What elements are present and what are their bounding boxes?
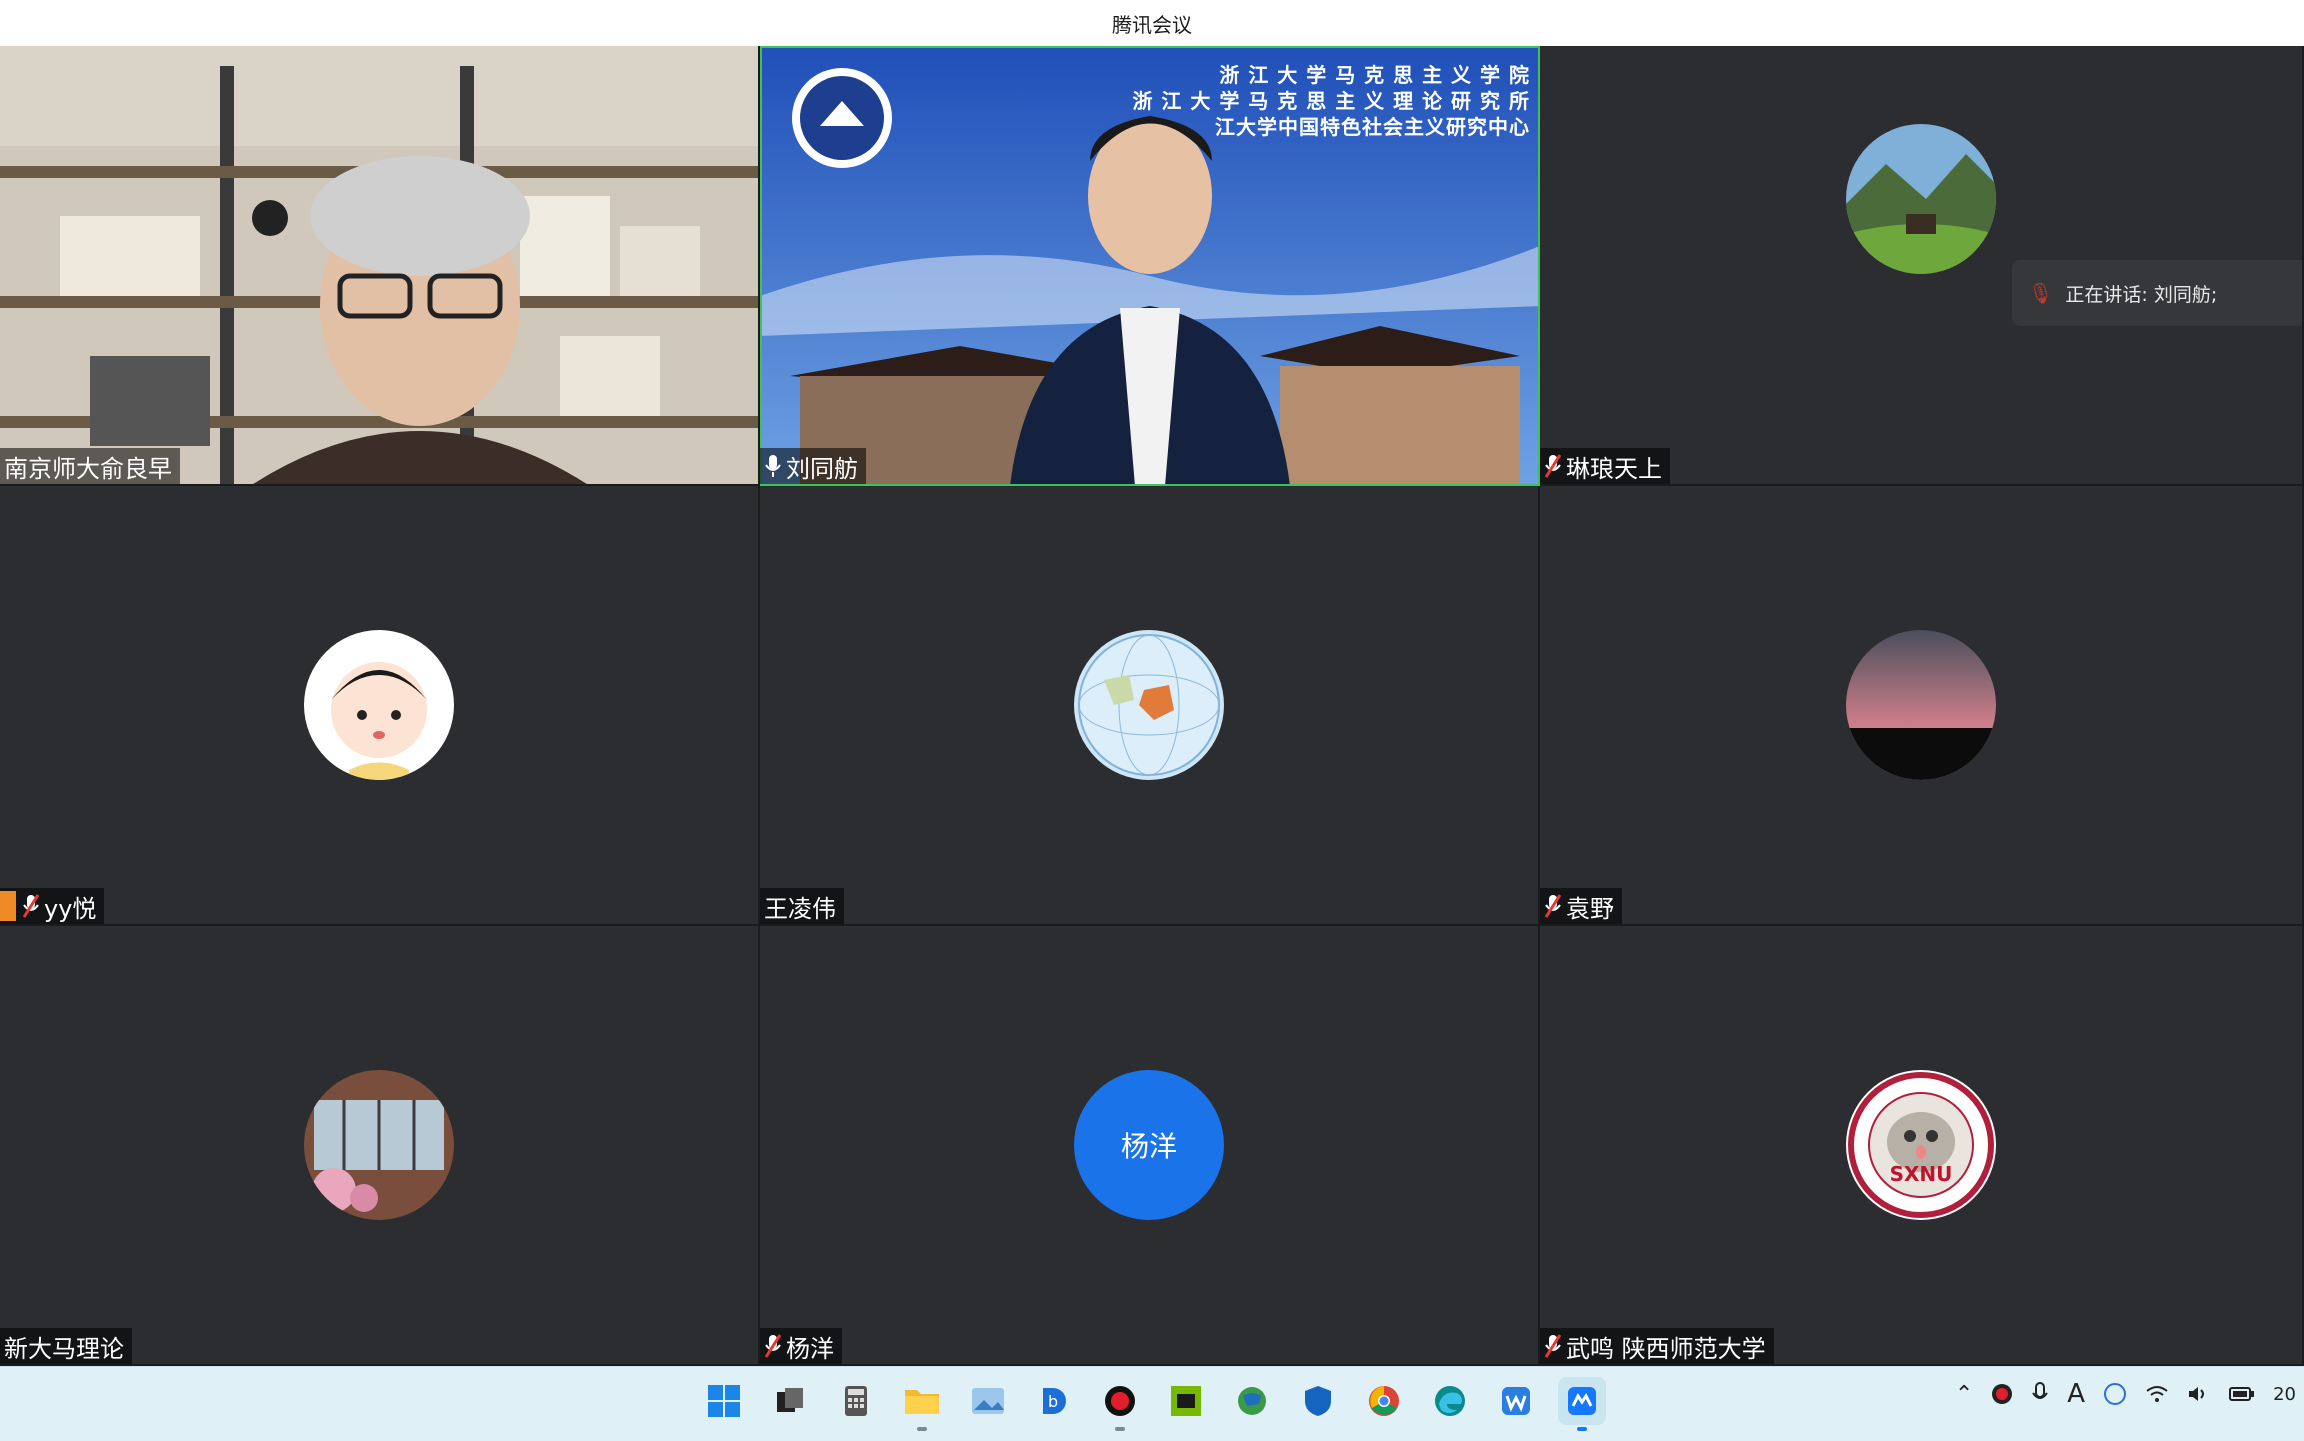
- mic-muted-icon: [764, 1333, 782, 1359]
- video-grid: 南京师大俞良早 浙 江 大 学 马 克 思 主 义 学 院 浙 江 大 学 马 …: [0, 46, 2304, 1366]
- volume-icon[interactable]: [2187, 1384, 2211, 1404]
- wps-icon[interactable]: [1492, 1377, 1540, 1425]
- participant-nameplate: 武鸣 陕西师范大学: [1540, 1328, 1774, 1364]
- mic-muted-icon: [1544, 453, 1562, 479]
- zju-line-1: 浙 江 大 学 马 克 思 主 义 学 院: [1219, 63, 1530, 87]
- avatar-initials: 杨洋: [1120, 1130, 1177, 1163]
- cartoon-girl-icon: [304, 630, 454, 780]
- zju-background-text: 浙 江 大 学 马 克 思 主 义 学 院 浙 江 大 学 马 克 思 主 义 …: [1132, 62, 1530, 140]
- tencent-meeting-icon[interactable]: [1558, 1377, 1606, 1431]
- participant-name: 琳琅天上: [1566, 454, 1662, 483]
- participant-nameplate: 袁野: [1540, 888, 1622, 924]
- mic-muted-icon: 🎙: [2028, 281, 2054, 305]
- battery-icon[interactable]: [2229, 1385, 2255, 1403]
- nvidia-icon[interactable]: [1162, 1377, 1210, 1425]
- raised-hand-icon: [0, 891, 16, 921]
- participant-name: 武鸣 陕西师范大学: [1566, 1334, 1766, 1363]
- participant-nameplate: 南京师大俞良早: [0, 448, 180, 484]
- svg-text:b: b: [1048, 1392, 1058, 1411]
- participant-name: 杨洋: [786, 1334, 834, 1363]
- participant-nameplate: 王凌伟: [760, 888, 844, 924]
- participant-tile[interactable]: 新大马理论: [0, 926, 760, 1366]
- building-icon: [304, 1070, 454, 1220]
- sunset-icon: [1846, 630, 1996, 780]
- participant-tile[interactable]: 杨洋 杨洋: [760, 926, 1540, 1366]
- window-title-bar: 腾讯会议: [0, 0, 2304, 47]
- taskbar-apps: b: [700, 1377, 1606, 1431]
- chrome-icon[interactable]: [1360, 1377, 1408, 1425]
- participant-tile[interactable]: 🎙 正在讲话: 刘同舫; 琳琅天上: [1540, 46, 2304, 486]
- record-icon[interactable]: [1096, 1377, 1144, 1431]
- edge-icon[interactable]: [1426, 1377, 1474, 1425]
- font-a-icon[interactable]: A: [2067, 1379, 2085, 1409]
- window-title: 腾讯会议: [1112, 12, 1192, 37]
- mic-muted-icon: [1544, 893, 1562, 919]
- landscape-icon: [1846, 124, 1996, 275]
- globe-icon: [1074, 630, 1224, 780]
- active-speaker-indicator: 🎙 正在讲话: 刘同舫;: [2012, 260, 2302, 326]
- participant-video: [0, 46, 758, 484]
- participant-tile[interactable]: 王凌伟: [760, 486, 1540, 926]
- task-view-icon[interactable]: [766, 1377, 814, 1425]
- calculator-icon[interactable]: [832, 1377, 880, 1425]
- participant-tile[interactable]: 南京师大俞良早: [0, 46, 760, 486]
- zju-line-2: 浙 江 大 学 马 克 思 主 义 理 论 研 究 所: [1132, 89, 1530, 113]
- windows-taskbar: b ⌃ A 20: [0, 1366, 2304, 1441]
- mic-muted-icon: [22, 893, 40, 919]
- participant-name: 刘同舫: [786, 454, 858, 483]
- sxnu-seal-icon: SXNU: [1846, 1070, 1996, 1220]
- ifly-tray-icon[interactable]: [2103, 1382, 2127, 1406]
- wifi-icon[interactable]: [2145, 1384, 2169, 1404]
- b-app-icon[interactable]: b: [1030, 1377, 1078, 1425]
- running-indicator: [917, 1427, 927, 1431]
- record-tray-icon[interactable]: [1991, 1383, 2013, 1405]
- participant-nameplate: 刘同舫: [760, 448, 866, 484]
- participant-name: 新大马理论: [4, 1334, 124, 1363]
- mic-on-icon: [764, 453, 782, 479]
- running-indicator: [1115, 1427, 1125, 1431]
- running-indicator: [1577, 1427, 1587, 1431]
- file-explorer-icon[interactable]: [898, 1377, 946, 1431]
- initials-avatar: 杨洋: [1074, 1070, 1224, 1220]
- participant-tile-active-speaker[interactable]: 浙 江 大 学 马 克 思 主 义 学 院 浙 江 大 学 马 克 思 主 义 …: [760, 46, 1540, 486]
- participant-nameplate: yy悦: [0, 888, 105, 924]
- sxnu-label: SXNU: [1889, 1162, 1953, 1186]
- participant-tile[interactable]: SXNU 武鸣 陕西师范大学: [1540, 926, 2304, 1366]
- globe-app-icon[interactable]: [1228, 1377, 1276, 1425]
- image-viewer-icon[interactable]: [964, 1377, 1012, 1425]
- mic-muted-icon: [1544, 1333, 1562, 1359]
- participant-name: 袁野: [1566, 894, 1614, 923]
- participant-tile[interactable]: yy悦: [0, 486, 760, 926]
- participant-nameplate: 新大马理论: [0, 1328, 132, 1364]
- windows-start-icon[interactable]: [700, 1377, 748, 1425]
- participant-name: 南京师大俞良早: [4, 454, 172, 483]
- chevron-up-icon[interactable]: ⌃: [1955, 1382, 1973, 1407]
- zju-line-3: 江大学中国特色社会主义研究中心: [1215, 115, 1530, 139]
- speaking-label: 正在讲话: 刘同舫;: [2065, 283, 2218, 306]
- system-tray: ⌃ A 20: [1955, 1379, 2296, 1409]
- participant-nameplate: 琳琅天上: [1540, 448, 1670, 484]
- participant-name: yy悦: [44, 894, 97, 923]
- participant-tile[interactable]: 袁野 i A •: [1540, 486, 2304, 926]
- shield-icon[interactable]: [1294, 1377, 1342, 1425]
- participant-nameplate: 杨洋: [760, 1328, 842, 1364]
- microphone-icon[interactable]: [2031, 1381, 2049, 1407]
- participant-name: 王凌伟: [764, 894, 836, 923]
- clock[interactable]: 20: [2273, 1384, 2296, 1405]
